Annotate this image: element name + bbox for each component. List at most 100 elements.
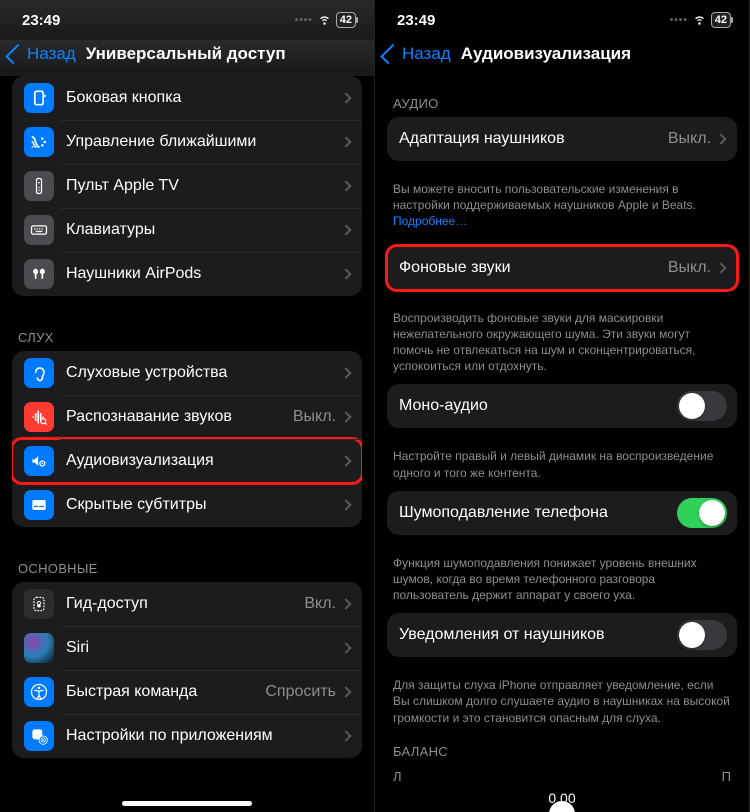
chevron-right-icon [340, 367, 351, 378]
row-label: Уведомления от наушников [399, 626, 677, 644]
row-background-sounds[interactable]: Фоновые звуки Выкл. [387, 246, 737, 290]
toggle-headphone-notif[interactable] [677, 620, 727, 650]
toggle-noise-cancel[interactable] [677, 498, 727, 528]
screen-accessibility: 23:49 •••• 42 Назад Универсальный доступ… [0, 0, 375, 812]
home-indicator[interactable] [122, 801, 252, 806]
audio-visual-icon [24, 446, 54, 476]
chevron-right-icon [340, 411, 351, 422]
row-nearby-control[interactable]: Управление ближайшими [12, 120, 362, 164]
chevron-right-icon [340, 730, 351, 741]
group-noise-cancel: Шумоподавление телефона [387, 491, 737, 535]
row-label: Боковая кнопка [66, 89, 342, 107]
row-per-app[interactable]: Настройки по приложениям [12, 714, 362, 758]
page-title: Универсальный доступ [80, 44, 286, 64]
tv-remote-icon [24, 171, 54, 201]
chevron-right-icon [340, 686, 351, 697]
footer-noise: Функция шумоподавления понижает уровень … [375, 549, 749, 614]
row-label: Наушники AirPods [66, 265, 342, 283]
back-label: Назад [27, 44, 76, 64]
row-siri[interactable]: Siri [12, 626, 362, 670]
section-general: ОСНОВНЫЕ [0, 541, 374, 582]
status-bar: 23:49 •••• 42 [0, 0, 374, 40]
group-headphone-adapt: Адаптация наушников Выкл. [387, 117, 737, 161]
chevron-right-icon [340, 499, 351, 510]
cellular-icon: •••• [295, 15, 313, 26]
back-button[interactable]: Назад [10, 44, 76, 64]
group-physical: Боковая кнопка Управление ближайшими Пул… [12, 76, 362, 296]
section-balance: БАЛАНС [375, 736, 749, 765]
back-button[interactable]: Назад [385, 44, 451, 64]
chevron-right-icon [340, 224, 351, 235]
row-hearing-devices[interactable]: Слуховые устройства [12, 351, 362, 395]
footer-mono: Настройте правый и левый динамик на восп… [375, 442, 749, 490]
status-icons: •••• 42 [670, 11, 731, 29]
side-button-icon [24, 83, 54, 113]
group-general: Гид-доступ Вкл. Siri Быстрая команда Спр… [12, 582, 362, 758]
row-label: Распознавание звуков [66, 408, 293, 426]
chevron-right-icon [340, 180, 351, 191]
row-value: Выкл. [293, 408, 336, 426]
chevron-right-icon [715, 133, 726, 144]
row-label: Настройки по приложениям [66, 727, 342, 745]
row-label: Управление ближайшими [66, 133, 342, 151]
balance-right-label: П [722, 769, 731, 784]
chevron-right-icon [340, 268, 351, 279]
row-side-button[interactable]: Боковая кнопка [12, 76, 362, 120]
balance-labels: Л П [375, 765, 749, 784]
siri-icon [24, 633, 54, 663]
row-sound-recognition[interactable]: Распознавание звуков Выкл. [12, 395, 362, 439]
keyboard-icon [24, 215, 54, 245]
sound-recognition-icon [24, 402, 54, 432]
battery-icon: 42 [711, 12, 731, 28]
subtitles-icon [24, 490, 54, 520]
nav-header: Назад Аудиовизуализация [375, 40, 749, 76]
chevron-right-icon [340, 598, 351, 609]
chevron-right-icon [340, 136, 351, 147]
section-hearing: СЛУХ [0, 310, 374, 351]
row-mono-audio[interactable]: Моно-аудио [387, 384, 737, 428]
row-noise-cancel[interactable]: Шумоподавление телефона [387, 491, 737, 535]
row-shortcut[interactable]: Быстрая команда Спросить [12, 670, 362, 714]
row-label: Слуховые устройства [66, 364, 342, 382]
footer-background-sounds: Воспроизводить фоновые звуки для маскиро… [375, 304, 749, 385]
airpods-icon [24, 259, 54, 289]
status-bar: 23:49 •••• 42 [375, 0, 749, 40]
ear-icon [24, 358, 54, 388]
chevron-right-icon [340, 642, 351, 653]
row-audio-visual[interactable]: Аудиовизуализация [12, 439, 362, 483]
row-value: Выкл. [668, 130, 711, 148]
per-app-icon [24, 721, 54, 751]
row-apple-tv-remote[interactable]: Пульт Apple TV [12, 164, 362, 208]
row-label: Siri [66, 639, 342, 657]
nav-header: Назад Универсальный доступ [0, 40, 374, 76]
group-mono: Моно-аудио [387, 384, 737, 428]
scroll-content[interactable]: Боковая кнопка Управление ближайшими Пул… [0, 76, 374, 812]
row-label: Шумоподавление телефона [399, 504, 677, 522]
row-label: Адаптация наушников [399, 130, 668, 148]
row-airpods[interactable]: Наушники AirPods [12, 252, 362, 296]
row-value: Выкл. [668, 259, 711, 277]
row-label: Фоновые звуки [399, 259, 668, 277]
balance-left-label: Л [393, 769, 402, 784]
row-headphone-adapt[interactable]: Адаптация наушников Выкл. [387, 117, 737, 161]
learn-more-link[interactable]: Подробнее… [393, 214, 467, 228]
row-headphone-notif[interactable]: Уведомления от наушников [387, 613, 737, 657]
cellular-icon: •••• [670, 15, 688, 26]
nearby-icon [24, 127, 54, 157]
row-label: Клавиатуры [66, 221, 342, 239]
group-headphone-notif: Уведомления от наушников [387, 613, 737, 657]
row-label: Быстрая команда [66, 683, 265, 701]
chevron-left-icon [380, 44, 401, 65]
battery-icon: 42 [336, 12, 356, 28]
row-guided-access[interactable]: Гид-доступ Вкл. [12, 582, 362, 626]
scroll-content[interactable]: АУДИО Адаптация наушников Выкл. Вы может… [375, 76, 749, 812]
toggle-mono[interactable] [677, 391, 727, 421]
chevron-right-icon [340, 455, 351, 466]
status-icons: •••• 42 [295, 11, 356, 29]
footer-headphone: Вы можете вносить пользовательские измен… [375, 175, 749, 240]
chevron-right-icon [340, 92, 351, 103]
row-keyboards[interactable]: Клавиатуры [12, 208, 362, 252]
group-hearing: Слуховые устройства Распознавание звуков… [12, 351, 362, 527]
page-title: Аудиовизуализация [455, 44, 631, 64]
row-subtitles[interactable]: Скрытые субтитры [12, 483, 362, 527]
